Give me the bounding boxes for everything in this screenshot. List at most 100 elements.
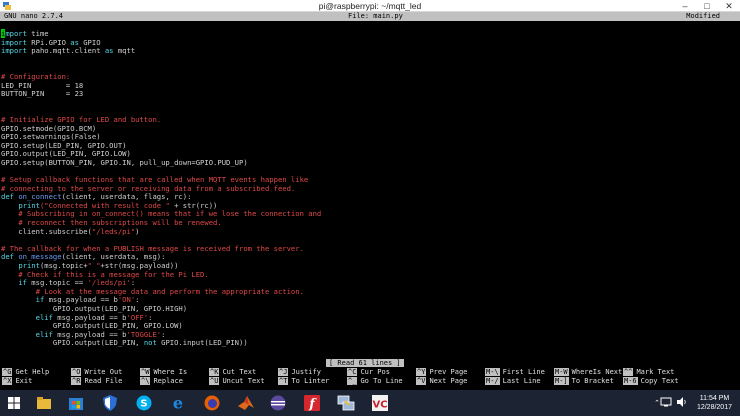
volume-icon[interactable] bbox=[676, 396, 688, 408]
shortcut-key: ^R bbox=[71, 377, 82, 385]
shortcut-item: ^_ Go To Line bbox=[347, 376, 403, 386]
nano-modified-state: Modified bbox=[686, 12, 720, 20]
eclipse-icon[interactable] bbox=[268, 393, 288, 413]
shortcut-item: M-] To Bracket bbox=[554, 376, 614, 386]
skype-icon[interactable]: S bbox=[134, 393, 154, 413]
code-token: ) bbox=[135, 226, 140, 236]
shortcut-key: M-/ bbox=[485, 377, 500, 385]
shortcut-label: Prev Page bbox=[429, 368, 468, 376]
nano-header-bar: GNU nano 2.7.4 File: main.py Modified bbox=[0, 12, 740, 21]
shortcut-label: Mark Text bbox=[636, 368, 675, 376]
firefox-icon[interactable] bbox=[202, 393, 222, 413]
shortcut-key: ^W bbox=[140, 368, 151, 376]
shield-icon[interactable] bbox=[100, 393, 120, 413]
nano-filename: File: main.py bbox=[348, 12, 403, 20]
shortcut-key: ^K bbox=[209, 368, 220, 376]
svg-text:S: S bbox=[140, 399, 147, 410]
shortcut-item: ^\ Replace bbox=[140, 376, 183, 386]
shortcut-label: Go To Line bbox=[360, 377, 403, 385]
window-titlebar[interactable]: pi@raspberrypi: ~/mqtt_led – □ ✕ bbox=[0, 0, 740, 12]
shortcut-label: Uncut Text bbox=[222, 377, 265, 385]
store-icon[interactable] bbox=[66, 393, 86, 413]
shortcut-label: Write Out bbox=[84, 368, 123, 376]
maximize-button[interactable]: □ bbox=[696, 0, 718, 12]
windows-taskbar: S e f VC ⌃ 11:54 PM 12/28/2017 bbox=[0, 390, 740, 416]
minimize-button[interactable]: – bbox=[674, 0, 696, 12]
code-token: BUTTON_PIN = 23 bbox=[1, 89, 84, 99]
network-icon[interactable] bbox=[660, 396, 672, 408]
code-line: GPIO.setup(BUTTON_PIN, GPIO.IN, pull_up_… bbox=[1, 157, 321, 168]
code-line: GPIO.output(LED_PIN, not GPIO.input(LED_… bbox=[1, 339, 321, 348]
shortcut-key: ^X bbox=[2, 377, 13, 385]
shortcut-key: ^^ bbox=[623, 368, 634, 376]
close-button[interactable]: ✕ bbox=[718, 0, 740, 12]
code-line: BUTTON_PIN = 23 bbox=[1, 89, 321, 99]
shortcut-key: ^U bbox=[209, 377, 220, 385]
matlab-icon[interactable] bbox=[236, 393, 256, 413]
shortcut-key: ^G bbox=[2, 368, 13, 376]
shortcut-key: M-] bbox=[554, 377, 569, 385]
code-token: as bbox=[104, 46, 114, 56]
code-token: paho.mqtt.client bbox=[26, 46, 105, 56]
shortcut-row-2: ^X Exit ^R Read File ^\ Replace ^U Uncut Text ^T… bbox=[0, 376, 740, 386]
shortcut-label: Justify bbox=[291, 368, 321, 376]
code-token: "/leds/pi" bbox=[91, 226, 136, 236]
code-token: client.subscribe( bbox=[1, 226, 92, 236]
shortcut-label: Replace bbox=[153, 377, 183, 385]
shortcut-key: ^Y bbox=[416, 368, 427, 376]
shortcut-key: ^C bbox=[347, 368, 358, 376]
shortcut-item: ^U Uncut Text bbox=[209, 376, 265, 386]
shortcut-label: First Line bbox=[502, 368, 545, 376]
shortcut-label: Cur Pos bbox=[360, 368, 390, 376]
code-token: import bbox=[1, 46, 27, 56]
file-explorer-icon[interactable] bbox=[34, 393, 54, 413]
svg-text:e: e bbox=[173, 394, 183, 413]
code-editor[interactable]: import time import RPi.GPIO as GPIO import… bbox=[1, 29, 321, 348]
putty-taskbar-icon[interactable] bbox=[336, 393, 356, 413]
system-clock[interactable]: 11:54 PM 12/28/2017 bbox=[697, 394, 732, 412]
nano-status-message: [ Read 61 lines ] bbox=[326, 359, 404, 367]
shortcut-item: ^X Exit bbox=[2, 376, 32, 386]
shortcut-key: ^O bbox=[71, 368, 82, 376]
shortcut-label: To Bracket bbox=[571, 377, 614, 385]
shortcut-key: ^T bbox=[278, 377, 289, 385]
code-token: GPIO.output(LED_PIN, bbox=[1, 338, 144, 348]
shortcut-item: ^R Read File bbox=[71, 376, 122, 386]
clock-time: 11:54 PM bbox=[699, 395, 730, 402]
code-line: import paho.mqtt.client as mqtt bbox=[1, 46, 321, 56]
shortcut-label: Read File bbox=[84, 377, 123, 385]
shortcut-label: WhereIs Next bbox=[571, 368, 623, 376]
code-token: mqtt bbox=[113, 46, 136, 56]
code-token: GPIO.setup(BUTTON_PIN, GPIO.IN, pull_up_… bbox=[1, 157, 248, 167]
shortcut-key: ^_ bbox=[347, 377, 358, 385]
code-line: client.subscribe("/leds/pi") bbox=[1, 226, 321, 237]
shortcut-item: ^V Next Page bbox=[416, 376, 467, 386]
shortcut-item: M-6 Copy Text bbox=[623, 376, 679, 386]
clock-date: 12/28/2017 bbox=[696, 404, 732, 411]
shortcut-label: Last Line bbox=[502, 377, 541, 385]
shortcut-label: To Linter bbox=[291, 377, 330, 385]
edge-icon[interactable]: e bbox=[168, 393, 188, 413]
code-token: GPIO.input(LED_PIN)) bbox=[156, 338, 248, 348]
shortcut-label: Exit bbox=[15, 377, 33, 385]
shortcut-label: Copy Text bbox=[640, 377, 679, 385]
shortcut-key: M-\ bbox=[485, 368, 500, 376]
shortcut-item: M-/Last Line bbox=[485, 376, 541, 386]
shortcut-label: Next Page bbox=[429, 377, 468, 385]
shortcut-key: ^\ bbox=[140, 377, 151, 385]
shortcut-label: Get Help bbox=[15, 368, 50, 376]
shortcut-key: ^V bbox=[416, 377, 427, 385]
shortcut-key: M-W bbox=[554, 368, 569, 376]
code-token: not bbox=[143, 338, 157, 348]
shortcut-key: ^J bbox=[278, 368, 289, 376]
shortcut-key: M-6 bbox=[623, 377, 638, 385]
shortcut-label: Where Is bbox=[153, 368, 188, 376]
shortcut-label: Cut Text bbox=[222, 368, 257, 376]
window-title: pi@raspberrypi: ~/mqtt_led bbox=[318, 1, 422, 11]
foxit-icon[interactable]: f bbox=[302, 393, 322, 413]
terminal-area[interactable]: GNU nano 2.7.4 File: main.py Modified im… bbox=[0, 12, 740, 390]
start-icon[interactable] bbox=[4, 393, 24, 413]
vc-icon[interactable]: VC bbox=[370, 393, 390, 413]
